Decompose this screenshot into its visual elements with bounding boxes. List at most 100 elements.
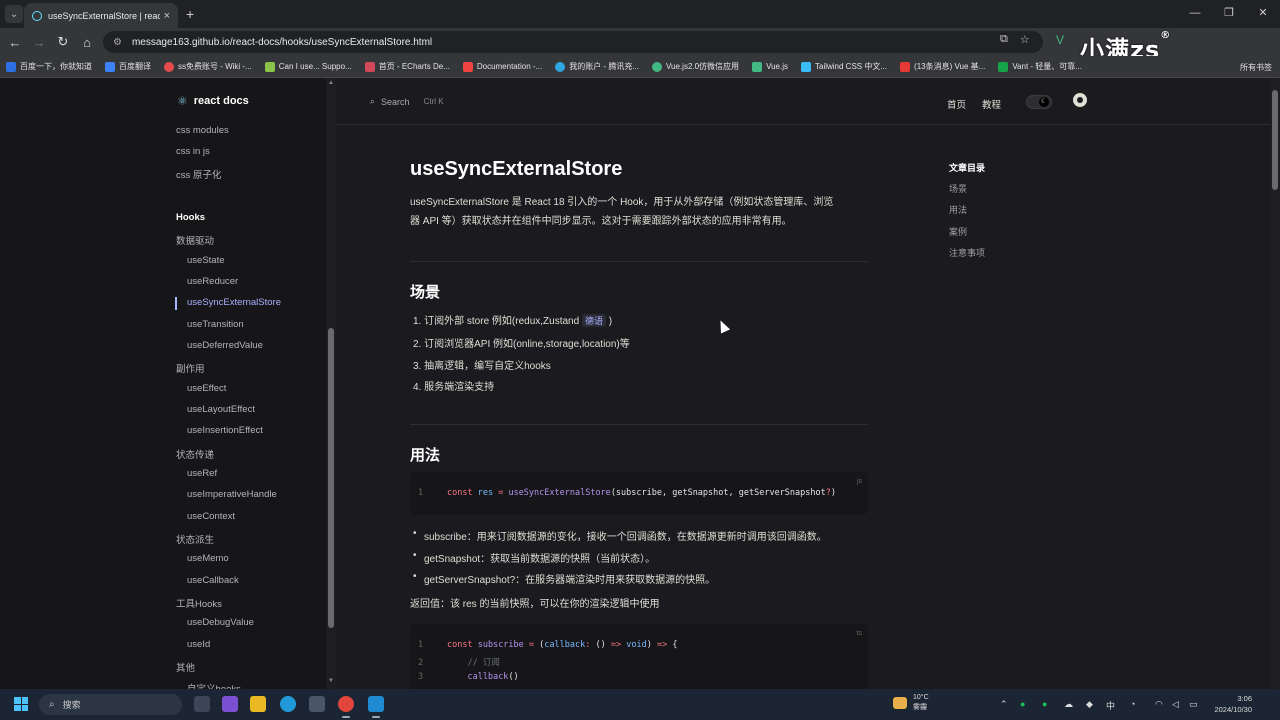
sidebar-item[interactable]: useDebugValue [187, 617, 254, 628]
code-block[interactable]: ts 1 const subscribe = (callback: () => v… [410, 624, 868, 689]
close-tab-icon[interactable]: × [164, 10, 170, 22]
system-clock[interactable]: 3:06 2024/10/30 [1210, 693, 1252, 715]
search-button[interactable]: ⌕ Search Ctrl K [370, 96, 444, 107]
bookmark-item[interactable]: Vue.js2.0仿微信应用 [652, 61, 739, 72]
browser-tab-strip: ⌄ useSyncExternalStore | react docs × + … [0, 0, 1280, 28]
tab-search-button[interactable]: ⌄ [5, 5, 23, 23]
task-view-icon[interactable] [194, 696, 210, 712]
forward-icon[interactable]: → [27, 35, 51, 50]
sidebar-item[interactable]: useLayoutEffect [187, 404, 255, 415]
sidebar-item[interactable]: useState [187, 255, 225, 266]
toc-item[interactable]: 场景 [949, 182, 967, 195]
sidebar-item[interactable]: useEffect [187, 383, 226, 394]
caniuse-icon [264, 61, 275, 72]
echarts-icon [364, 61, 375, 72]
wifi-icon[interactable]: ◠ [1155, 699, 1163, 710]
tab-title: useSyncExternalStore | react docs [48, 10, 160, 21]
bookmark-item[interactable]: (13条消息) Vue 基... [900, 61, 985, 72]
windows-start-icon[interactable] [14, 697, 28, 711]
moon-icon: ☾ [1039, 97, 1049, 107]
translate-icon[interactable]: ⧉ [1000, 33, 1008, 46]
sidebar-item[interactable]: useMemo [187, 553, 229, 564]
app-icon[interactable] [309, 696, 325, 712]
sidebar-item[interactable]: css modules [176, 125, 229, 136]
scroll-up-icon[interactable]: ▲ [328, 80, 334, 86]
sidebar-item[interactable]: css 原子化 [176, 167, 221, 181]
bookmark-item[interactable]: Can I use... Suppo... [264, 61, 352, 72]
battery-icon[interactable]: ▭ [1189, 699, 1198, 710]
sidebar-item[interactable]: useTransition [187, 319, 244, 330]
toc-item[interactable]: 案例 [949, 225, 967, 238]
site-logo[interactable]: ⚛ react docs [177, 94, 249, 108]
sidebar-item[interactable]: useId [187, 639, 210, 650]
url-text: message163.github.io/react-docs/hooks/us… [131, 36, 433, 48]
edge-icon[interactable] [280, 696, 296, 712]
scroll-down-icon[interactable]: ▼ [328, 678, 334, 684]
sidebar-item-active[interactable]: useSyncExternalStore [187, 297, 281, 308]
react-favicon-icon [32, 10, 42, 21]
visual-studio-icon[interactable] [222, 696, 238, 712]
bookmark-item[interactable]: 我的账户 - 腾讯充... [555, 61, 639, 72]
chrome-icon[interactable] [338, 696, 354, 712]
bookmark-item[interactable]: 首页 - ECharts De... [364, 61, 450, 72]
volume-icon[interactable]: ◁ [1172, 699, 1179, 710]
code-line: 2 // 订阅 [418, 658, 500, 668]
address-bar[interactable]: ⚙ message163.github.io/react-docs/hooks/… [103, 31, 1043, 53]
bookmark-item[interactable]: Vant - 轻量、可靠... [998, 61, 1082, 72]
toc-item[interactable]: 注意事项 [949, 246, 985, 259]
code-lang-label: js [856, 478, 862, 485]
sidebar-item[interactable]: useImperativeHandle [187, 489, 277, 500]
sidebar-item[interactable]: useReducer [187, 276, 238, 287]
sidebar-item[interactable]: useRef [187, 468, 217, 479]
vscode-icon[interactable] [368, 696, 384, 712]
cloud-icon[interactable]: ☁ [1064, 699, 1073, 710]
file-explorer-icon[interactable] [250, 696, 266, 712]
sidebar-scroll-thumb[interactable] [328, 328, 334, 628]
bookmark-item[interactable]: 百度翻译 [105, 61, 151, 72]
sidebar-item[interactable]: css in js [176, 146, 210, 157]
vue-devtools-icon[interactable]: V [1056, 33, 1064, 47]
divider [410, 261, 868, 262]
page-scroll-thumb[interactable] [1272, 90, 1278, 190]
back-icon[interactable]: ← [3, 35, 27, 50]
nav-link-tutorial[interactable]: 教程 [982, 97, 1001, 111]
paragraph: 返回值：该 res 的当前快照，可以在你的渲染逻辑中使用 [410, 599, 660, 610]
sidebar-item[interactable]: 自定义hooks [187, 681, 241, 689]
github-icon[interactable] [1073, 93, 1087, 107]
wechat-icon[interactable]: ● [1020, 699, 1025, 709]
reload-icon[interactable]: ↻ [51, 34, 75, 50]
tailwind-icon [801, 61, 811, 72]
sidebar-item[interactable]: useContext [187, 511, 235, 522]
maximize-button[interactable]: ❐ [1212, 0, 1246, 28]
taskbar-search[interactable]: ⌕ 搜索 [39, 694, 182, 715]
minimize-button[interactable]: — [1178, 0, 1212, 28]
bookmark-item[interactable]: Documentation -... [462, 61, 542, 72]
sidebar-item[interactable]: useDeferredValue [187, 340, 263, 351]
security-icon[interactable]: ◆ [1086, 699, 1093, 710]
page-scrollbar[interactable] [1270, 78, 1280, 689]
bookmark-item[interactable]: Vue.js [752, 61, 788, 72]
tray-chevron-icon[interactable]: ⌃ [1000, 699, 1008, 710]
bookmark-item[interactable]: Tailwind CSS 中文... [801, 61, 887, 72]
search-icon: ⌕ [49, 699, 55, 710]
site-info-icon[interactable]: ⚙ [113, 37, 122, 48]
all-bookmarks[interactable]: 所有书签 [1240, 62, 1272, 73]
bookmark-item[interactable]: 百度一下，你就知道 [6, 61, 92, 72]
browser-tab[interactable]: useSyncExternalStore | react docs × [24, 3, 178, 28]
new-tab-button[interactable]: + [186, 6, 194, 22]
sidebar-item[interactable]: useInsertionEffect [187, 425, 263, 436]
sidebar-scrollbar[interactable]: ▲ ▼ [326, 78, 336, 689]
code-block[interactable]: js 1 const res = useSyncExternalStore(sub… [410, 472, 868, 515]
home-icon[interactable]: ⌂ [75, 35, 99, 50]
sidebar-item[interactable]: useCallback [187, 575, 239, 586]
wechat-icon[interactable]: ● [1042, 699, 1047, 709]
nav-link-home[interactable]: 首页 [947, 97, 966, 111]
theme-toggle[interactable]: ☾ [1026, 95, 1052, 109]
close-window-button[interactable]: ✕ [1246, 0, 1280, 28]
toc-item[interactable]: 用法 [949, 203, 967, 216]
ime-indicator[interactable]: 中 [1106, 699, 1115, 712]
bookmark-star-icon[interactable]: ☆ [1020, 33, 1030, 46]
search-label: Search [381, 96, 410, 107]
bookmark-item[interactable]: ss免费账号 - Wiki -... [164, 61, 252, 72]
ime-mode-icon[interactable]: ◔ [1130, 699, 1135, 709]
